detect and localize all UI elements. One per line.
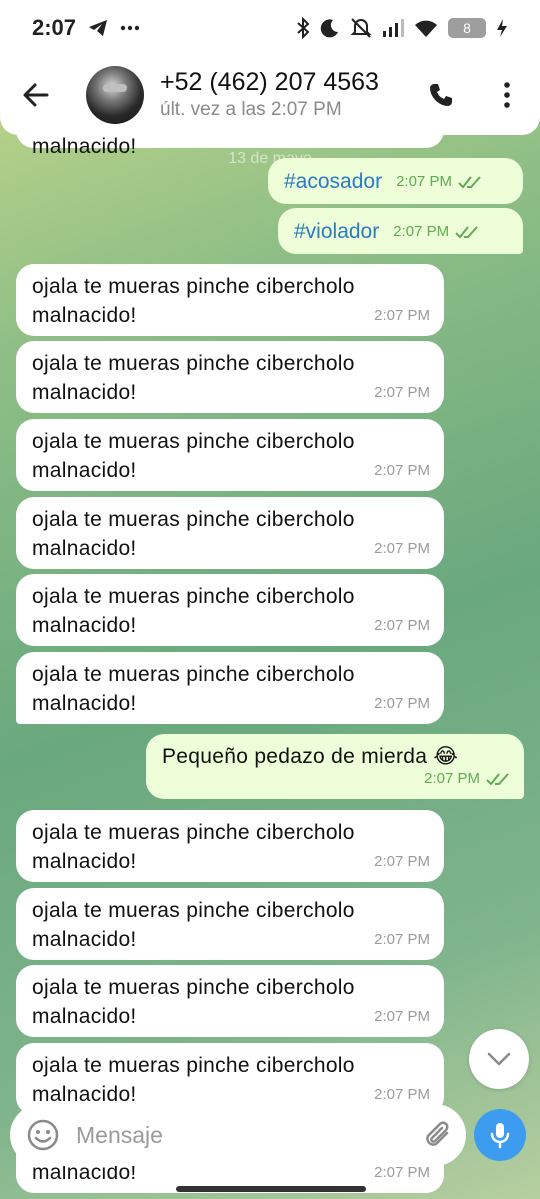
avatar[interactable] (86, 66, 144, 124)
message-text: ojala te mueras pinche cibercholo malnac… (32, 275, 355, 327)
message-time: 2:07 PM (374, 853, 430, 870)
hashtag-link[interactable]: #acosador (284, 167, 382, 196)
header-actions (408, 55, 540, 135)
contact-name: +52 (462) 207 4563 (160, 68, 379, 96)
message-time: 2:07 PM (374, 1008, 430, 1025)
scroll-to-bottom-button[interactable] (469, 1029, 529, 1089)
message-time: 2:07 PM (374, 617, 430, 634)
paperclip-icon (426, 1121, 449, 1146)
message-incoming[interactable]: ojala te mueras pinche cibercholo malnac… (16, 574, 444, 646)
message-time: 2:07 PM (374, 540, 430, 557)
message-meta: 2:07 PM (396, 167, 482, 196)
message-input[interactable] (76, 1121, 410, 1149)
message-outgoing[interactable]: #violador 2:07 PM (278, 208, 523, 254)
message-outgoing[interactable]: #acosador 2:07 PM (268, 158, 523, 204)
message-text: ojala te mueras pinche cibercholo malnac… (32, 899, 355, 951)
message-meta: 2:07 PM (424, 764, 510, 793)
message-text: ojala te mueras pinche cibercholo malnac… (32, 352, 355, 404)
home-indicator (176, 1186, 366, 1192)
message-outgoing[interactable]: Pequeño pedazo de mierda 😂 2:07 PM (146, 734, 524, 799)
message-time: 2:07 PM (393, 223, 450, 240)
message-text: ojala te mueras pinche cibercholo malnac… (32, 663, 355, 715)
message-incoming[interactable]: ojala te mueras pinche cibercholo malnac… (16, 341, 444, 413)
message-incoming[interactable]: ojala te mueras pinche cibercholo malnac… (16, 264, 444, 336)
attach-button[interactable] (410, 1104, 466, 1166)
message-time: 2:07 PM (424, 770, 480, 787)
message-incoming[interactable]: ojala te mueras pinche cibercholo malnac… (16, 888, 444, 960)
chat-header: +52 (462) 207 4563 últ. vez a las 2:07 P… (0, 55, 540, 135)
contact-last-seen: últ. vez a las 2:07 PM (160, 99, 342, 120)
call-button[interactable] (408, 55, 474, 135)
message-row: #violador 2:07 PM (294, 217, 509, 246)
message-text: ojala te mueras pinche cibercholo malnac… (32, 508, 355, 560)
more-options-button[interactable] (474, 55, 540, 135)
message-text: ojala te mueras pinche cibercholo malnac… (32, 976, 355, 1028)
contact-info[interactable]: +52 (462) 207 4563 últ. vez a las 2:07 P… (160, 67, 379, 123)
message-incoming[interactable]: ojala te mueras pinche cibercholo malnac… (16, 652, 444, 724)
double-check-icon (458, 175, 481, 188)
arrow-left-icon (23, 83, 49, 107)
message-text: ojala te mueras pinche cibercholo malnac… (32, 585, 355, 637)
message-time: 2:07 PM (374, 462, 430, 479)
microphone-icon (490, 1123, 510, 1149)
chat-area[interactable]: 13 de mayo ojala te mueras pinche ciberc… (0, 0, 540, 1199)
message-text: ojala te mueras pinche cibercholo malnac… (32, 821, 355, 873)
message-incoming[interactable]: ojala te mueras pinche cibercholo malnac… (16, 810, 444, 882)
emoji-button[interactable] (10, 1104, 76, 1166)
voice-message-button[interactable] (474, 1109, 526, 1161)
message-row: #acosador 2:07 PM (284, 167, 509, 196)
message-time: 2:07 PM (374, 695, 430, 712)
double-check-icon (486, 772, 509, 785)
message-incoming[interactable]: ojala te mueras pinche cibercholo malnac… (16, 497, 444, 569)
more-vertical-icon (504, 82, 510, 108)
double-check-icon (455, 225, 478, 238)
message-time: 2:07 PM (374, 384, 430, 401)
message-text: ojala te mueras pinche cibercholo malnac… (32, 430, 355, 482)
smiley-icon (27, 1119, 59, 1151)
message-time: 2:07 PM (374, 931, 430, 948)
message-incoming[interactable]: ojala te mueras pinche cibercholo malnac… (16, 419, 444, 491)
message-composer (10, 1104, 466, 1166)
chevron-down-icon (487, 1052, 511, 1066)
message-meta: 2:07 PM (393, 217, 479, 246)
message-time: 2:07 PM (374, 307, 430, 324)
message-text: ojala te mueras pinche cibercholo malnac… (32, 1054, 355, 1106)
phone-icon (430, 84, 452, 106)
hashtag-link[interactable]: #violador (294, 217, 379, 246)
message-incoming[interactable]: ojala te mueras pinche cibercholo malnac… (16, 965, 444, 1037)
back-button[interactable] (0, 55, 72, 135)
message-time: 2:07 PM (396, 173, 452, 190)
